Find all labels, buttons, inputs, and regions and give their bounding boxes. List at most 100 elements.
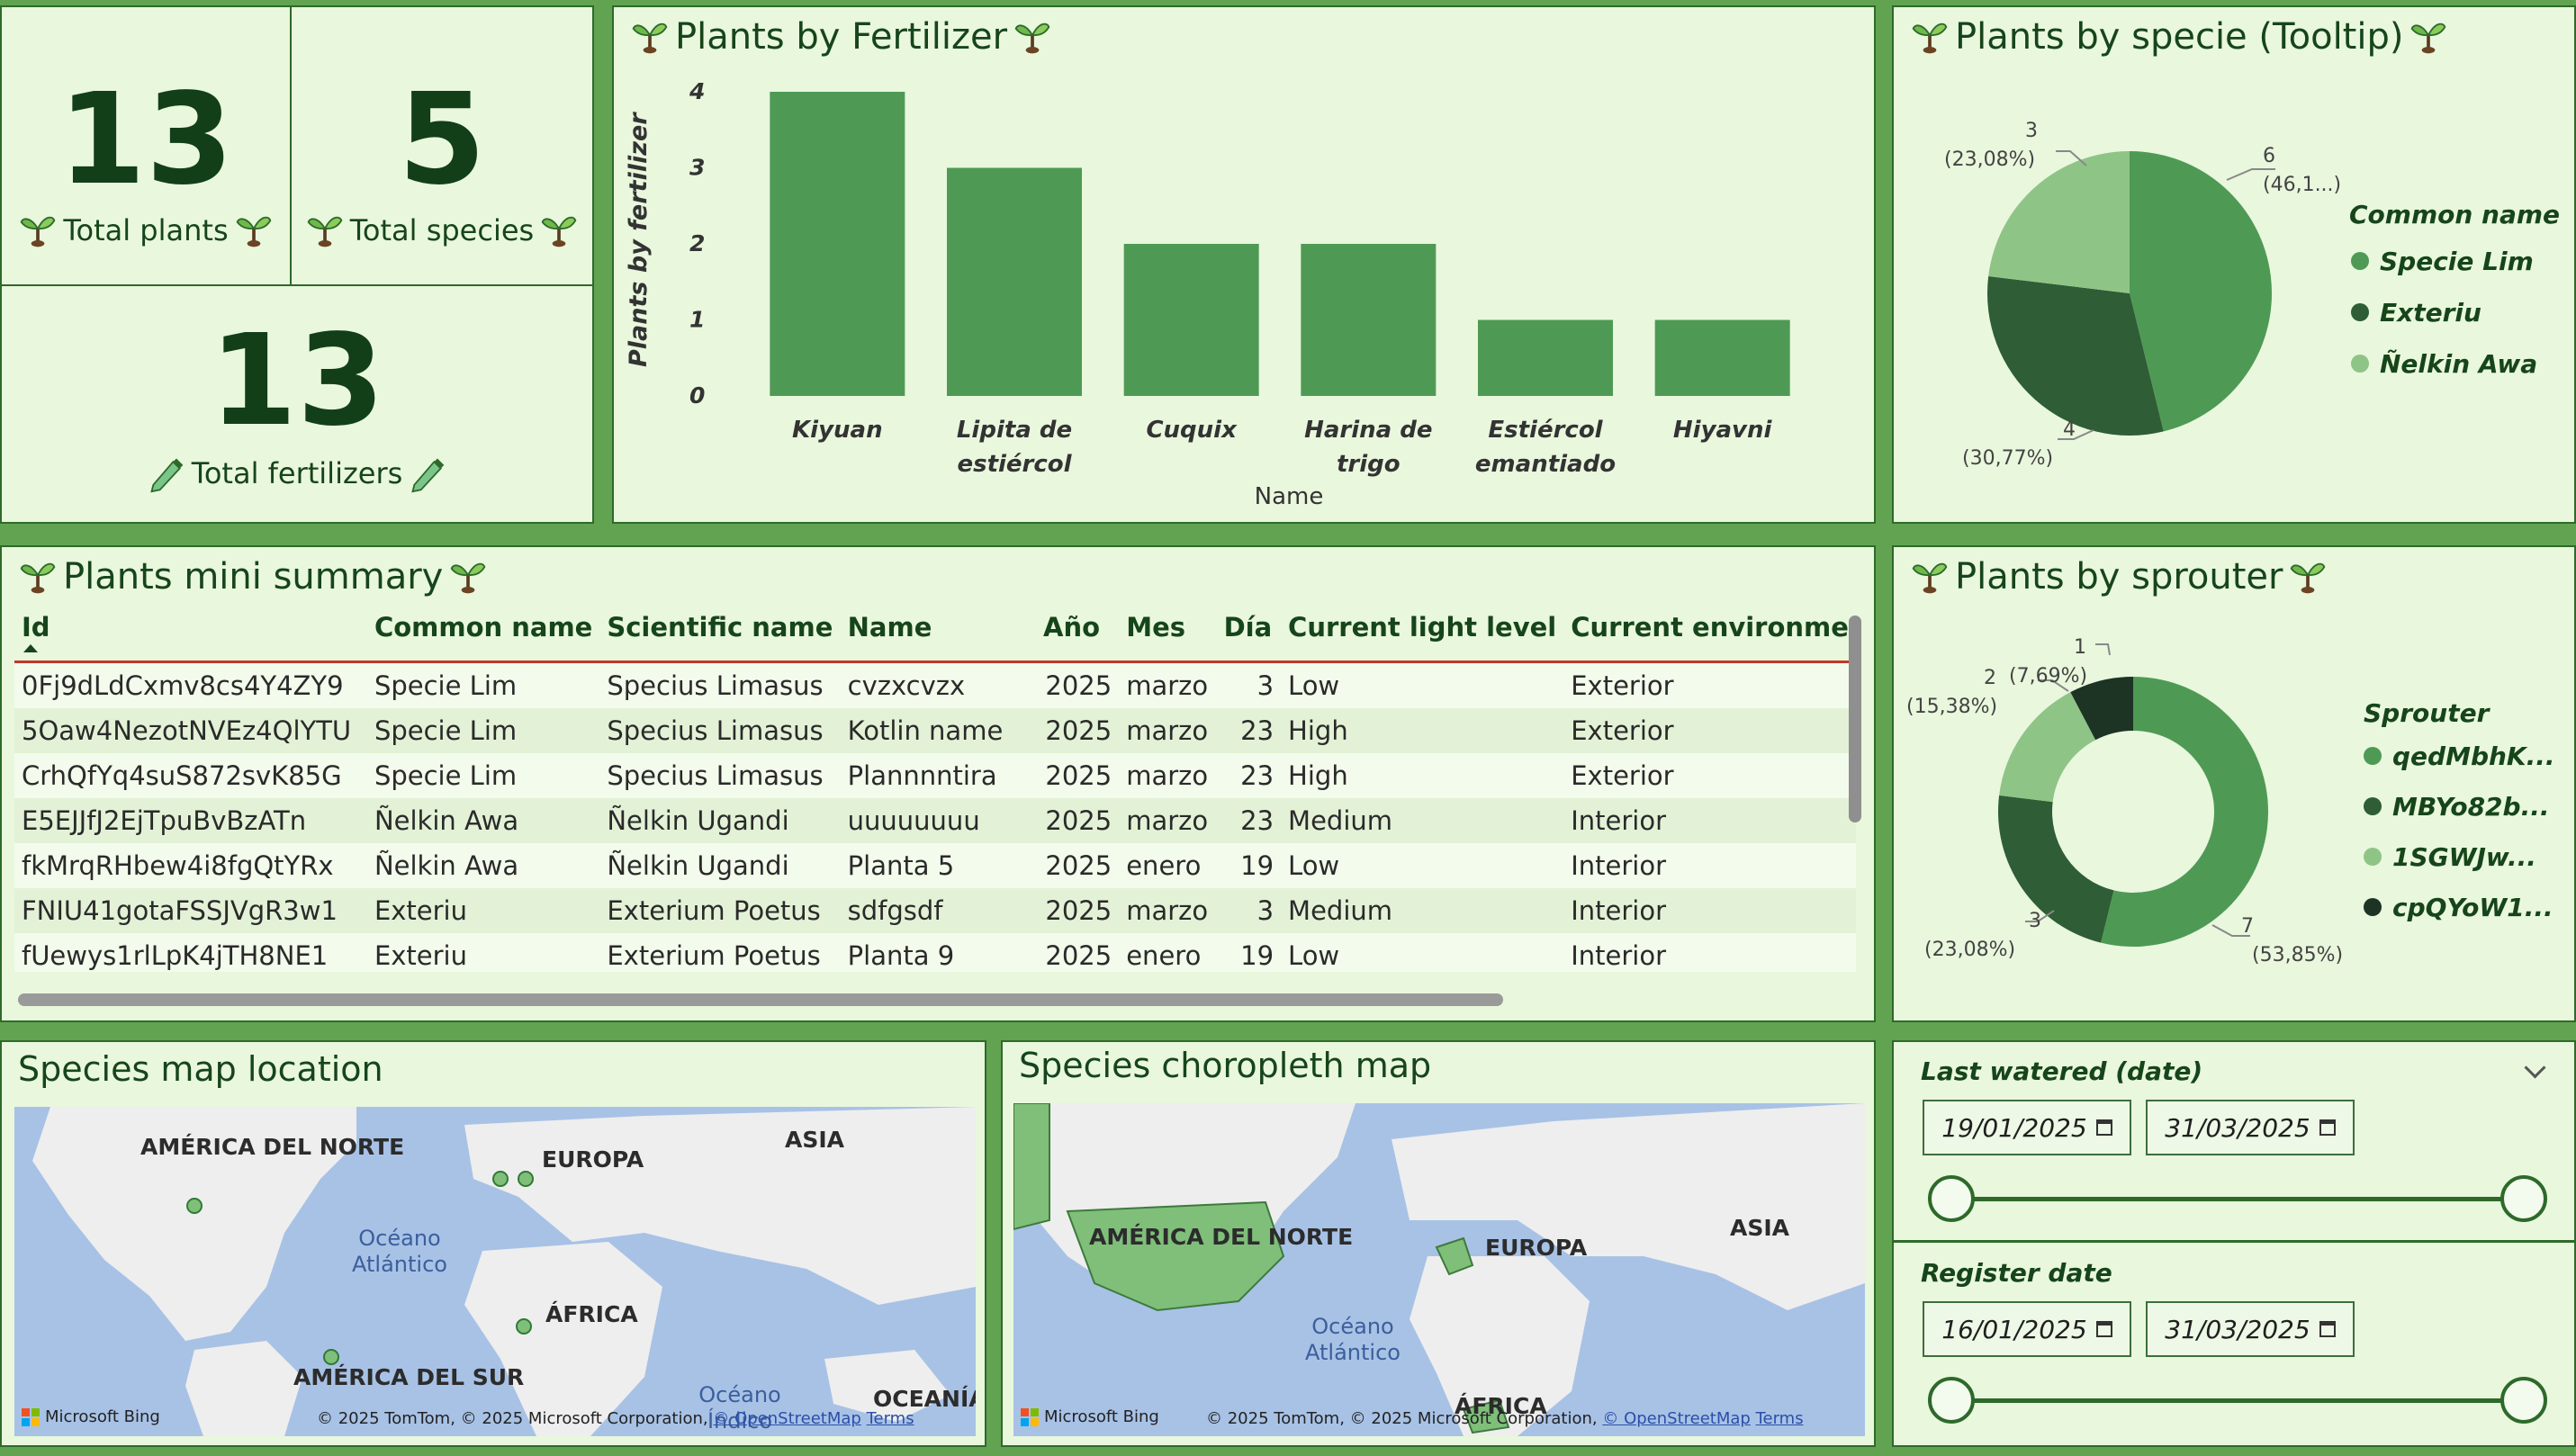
country-usa[interactable] <box>1066 1200 1285 1312</box>
map-label: AMÉRICA DEL NORTE <box>140 1134 405 1160</box>
legend-swatch <box>2364 747 2382 765</box>
x-tick-label: Estiércol emantiado <box>1475 417 1616 478</box>
table-cell: E5EJJfJ2EjTpuBvBzATn <box>14 798 367 843</box>
sprout-icon <box>541 215 578 249</box>
last-watered-start-input[interactable]: 19/01/2025 <box>1923 1100 2131 1155</box>
calendar-icon <box>2319 1321 2336 1337</box>
slice-label-value: 2 <box>1984 667 1996 689</box>
column-header-name[interactable]: Name <box>841 612 1036 662</box>
register-date-slider-track[interactable] <box>1948 1398 2524 1403</box>
legend-item[interactable]: Ñelkin Awa <box>2380 348 2537 379</box>
table-row[interactable]: E5EJJfJ2EjTpuBvBzATn Ñelkin Awa Ñelkin Uga… <box>14 798 1856 843</box>
map-bubble[interactable] <box>492 1171 509 1187</box>
table-cell: Low <box>1281 661 1564 708</box>
table-cell: Specius Limasus <box>599 661 841 708</box>
register-date-slider-start-handle[interactable] <box>1928 1377 1975 1424</box>
table-cell: 23 <box>1216 798 1282 843</box>
table-cell: Exterior <box>1563 661 1856 708</box>
column-header-mes[interactable]: Mes <box>1119 612 1216 662</box>
legend-item[interactable]: MBYo82b... <box>2392 792 2550 822</box>
openstreetmap-link[interactable]: © OpenStreetMap <box>713 1409 860 1428</box>
register-date-start-input[interactable]: 16/01/2025 <box>1923 1301 2131 1357</box>
legend-item[interactable]: qedMbhK... <box>2392 741 2555 771</box>
column-header-ano[interactable]: Año <box>1036 612 1119 662</box>
bubble-map[interactable]: AMÉRICA DEL NORTE EUROPA ASIA ÁFRICA AMÉ… <box>14 1107 976 1436</box>
last-watered-title: Last watered (date) <box>1921 1056 2203 1086</box>
table-cell: Exteriu <box>366 888 600 933</box>
pie-slice[interactable] <box>1998 795 2114 943</box>
table-row[interactable]: CrhQfYq4suS872svK85G Specie Lim Specius Li… <box>14 753 1856 798</box>
map-label: ÁFRICA <box>545 1301 638 1327</box>
table-cell: Exterium Poetus <box>599 888 841 933</box>
column-header-light-level[interactable]: Current light level <box>1281 612 1563 662</box>
map-bubble[interactable] <box>186 1198 203 1214</box>
slice-label-value: 3 <box>2029 910 2041 932</box>
map-label: EUROPA <box>1485 1235 1588 1261</box>
sprout-icon <box>306 215 343 249</box>
x-tick-label: Cuquix <box>1146 417 1238 444</box>
terms-link[interactable]: Terms <box>1756 1409 1804 1428</box>
y-tick-label: 4 <box>689 78 705 104</box>
x-tick-label: Hiyavni <box>1673 417 1773 444</box>
table-cell: Plannnntira <box>840 753 1037 798</box>
legend-item[interactable]: Specie Lim <box>2380 247 2534 276</box>
legend-title: Common name <box>2349 200 2560 229</box>
register-date-slider-end-handle[interactable] <box>2500 1377 2547 1424</box>
bar[interactable] <box>1478 319 1613 397</box>
bing-logo: Microsoft Bing <box>22 1407 160 1426</box>
slice-label-pct: (15,38%) <box>1906 696 1997 718</box>
summary-table-scroll[interactable]: Id Common name Scientific name Name Año … <box>14 612 1856 972</box>
table-cell: Ñelkin Ugandi <box>599 798 841 843</box>
table-cell: 5Oaw4NezotNVEz4QlYTU <box>14 708 367 753</box>
column-header-environment[interactable]: Current environme <box>1563 612 1856 662</box>
legend-item[interactable]: cpQYoW1... <box>2392 893 2553 922</box>
column-header-id[interactable]: Id <box>14 612 367 662</box>
table-vertical-scrollbar[interactable] <box>1849 616 1861 822</box>
openstreetmap-link[interactable]: © OpenStreetMap <box>1602 1409 1750 1428</box>
country-alaska[interactable] <box>1013 1103 1050 1231</box>
bar[interactable] <box>1654 319 1790 397</box>
terms-link[interactable]: Terms <box>867 1409 914 1428</box>
last-watered-slider-start-handle[interactable] <box>1928 1175 1975 1222</box>
last-watered-slider-end-handle[interactable] <box>2500 1175 2547 1222</box>
calendar-icon <box>2095 1119 2112 1136</box>
map-bubble[interactable] <box>516 1318 532 1335</box>
legend-item[interactable]: Exteriu <box>2380 298 2481 328</box>
table-row[interactable]: fkMrqRHbew4i8fgQtYRx Ñelkin Awa Ñelkin Uga… <box>14 843 1856 888</box>
table-cell: Ñelkin Awa <box>366 843 600 888</box>
table-row[interactable]: FNIU41gotaFSSJVgR3w1 Exteriu Exterium Poet… <box>14 888 1856 933</box>
bar[interactable] <box>770 92 905 396</box>
pie-slice[interactable] <box>1988 151 2130 293</box>
summary-table: Id Common name Scientific name Name Año … <box>14 612 1856 972</box>
y-tick-label: 2 <box>689 230 705 256</box>
map-label: AMÉRICA DEL NORTE <box>1089 1224 1354 1250</box>
table-row[interactable]: 0Fj9dLdCxmv8cs4Y4ZY9 Specie Lim Specius Li… <box>14 661 1856 708</box>
map-bubble[interactable] <box>323 1349 339 1365</box>
kpi-total-species-label: Total species <box>292 211 592 250</box>
legend-item[interactable]: 1SGWJw... <box>2392 842 2536 872</box>
table-horizontal-scrollbar[interactable] <box>18 993 1503 1006</box>
column-header-common-name[interactable]: Common name <box>367 612 599 662</box>
choropleth-map[interactable]: AMÉRICA DEL NORTE EUROPA ASIA ÁFRICA Océ… <box>1013 1103 1865 1436</box>
bar[interactable] <box>947 167 1082 397</box>
column-header-dia[interactable]: Día <box>1217 612 1281 662</box>
register-date-end-input[interactable]: 31/03/2025 <box>2146 1301 2355 1357</box>
table-cell: Specie Lim <box>366 661 600 708</box>
y-tick-label: 0 <box>689 382 705 409</box>
table-cell: marzo <box>1119 708 1217 753</box>
microsoft-logo-icon <box>1021 1407 1039 1426</box>
donut-chart: 7 (53,85%) 3 (23,08%) 2 (15,38%) 1 (7,69… <box>1906 636 2555 966</box>
last-watered-slider-track[interactable] <box>1948 1197 2524 1201</box>
kpi-total-plants-card: 13 Total plants <box>0 5 292 286</box>
table-cell: Medium <box>1281 798 1564 843</box>
last-watered-end-input[interactable]: 31/03/2025 <box>2146 1100 2355 1155</box>
chevron-down-icon[interactable] <box>2524 1056 2546 1079</box>
bar[interactable] <box>1123 244 1259 396</box>
bar[interactable] <box>1301 244 1437 396</box>
slice-label-value: 7 <box>2241 915 2254 938</box>
map-bubble[interactable] <box>518 1171 534 1187</box>
kpi-total-species-value: 5 <box>398 67 486 213</box>
column-header-scientific-name[interactable]: Scientific name <box>599 612 840 662</box>
table-row[interactable]: fUewys1rlLpK4jTH8NE1 Exteriu Exterium Poet… <box>14 933 1856 972</box>
table-row[interactable]: 5Oaw4NezotNVEz4QlYTU Specie Lim Specius Li… <box>14 708 1856 753</box>
